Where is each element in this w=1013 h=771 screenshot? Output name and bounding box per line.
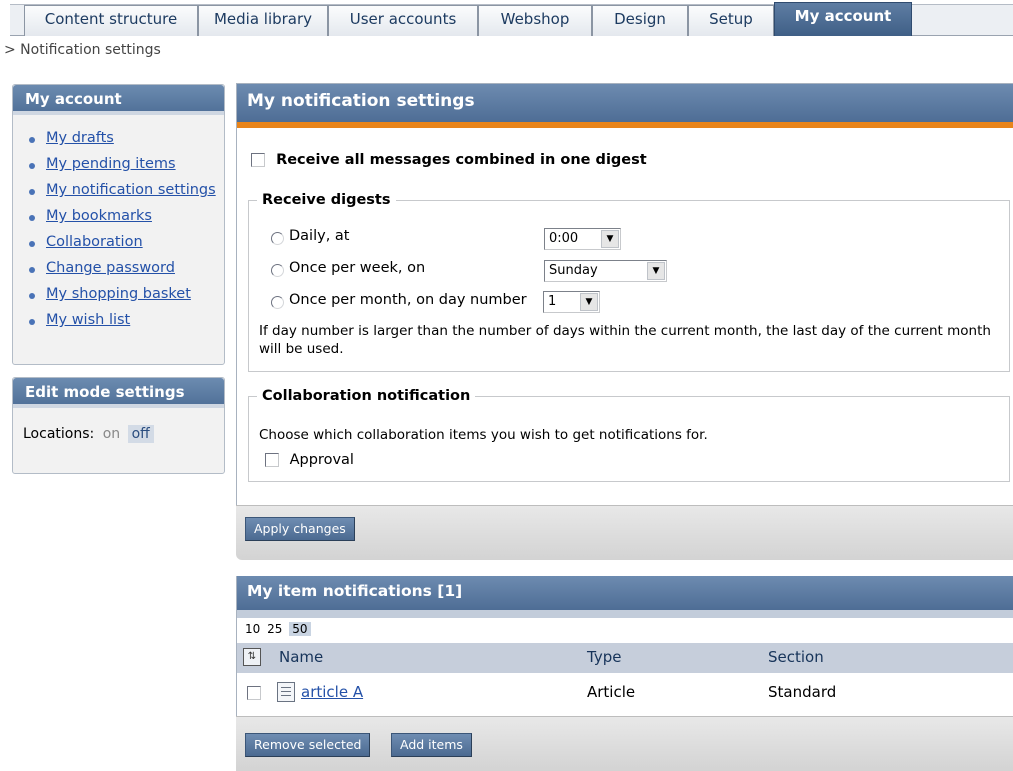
day-number-note: If day number is larger than the number … bbox=[259, 323, 991, 357]
digest-checkbox-label: Receive all messages combined in one dig… bbox=[276, 152, 647, 168]
tab-content-structure[interactable]: Content structure bbox=[24, 5, 198, 36]
weekly-radio[interactable] bbox=[271, 264, 284, 277]
apply-changes-button[interactable]: Apply changes bbox=[245, 517, 355, 541]
weekly-day-select[interactable]: Sunday ▼ bbox=[544, 260, 667, 282]
daily-time-select[interactable]: 0:00 ▼ bbox=[544, 228, 621, 250]
tab-webshop[interactable]: Webshop bbox=[478, 5, 592, 36]
add-items-button[interactable]: Add items bbox=[391, 733, 472, 757]
monthly-day-value: 1 bbox=[548, 294, 557, 309]
item-notifications-title: My item notifications [1] bbox=[237, 576, 1013, 610]
panel-title: My notification settings bbox=[237, 84, 1013, 122]
tab-media-library[interactable]: Media library bbox=[198, 5, 328, 36]
item-notifications-panel: My item notifications [1] 10 25 50 ⇅ Nam… bbox=[236, 576, 1013, 716]
chevron-down-icon: ▼ bbox=[647, 262, 665, 280]
collaboration-legend: Collaboration notification bbox=[262, 388, 471, 404]
tab-user-accounts[interactable]: User accounts bbox=[328, 5, 478, 36]
item-section: Standard bbox=[768, 683, 837, 701]
link-my-bookmarks[interactable]: My bookmarks bbox=[46, 208, 152, 224]
edit-mode-title: Edit mode settings bbox=[13, 378, 224, 408]
page-size-selector: 10 25 50 bbox=[245, 622, 311, 636]
table-row: article A Article Standard bbox=[237, 676, 1013, 708]
column-header-section[interactable]: Section bbox=[768, 648, 824, 666]
link-my-drafts[interactable]: My drafts bbox=[46, 130, 114, 146]
link-change-password[interactable]: Change password bbox=[46, 260, 175, 276]
tab-my-account[interactable]: My account bbox=[774, 2, 912, 36]
weekly-day-value: Sunday bbox=[549, 263, 598, 278]
top-navigation: Content structure Media library User acc… bbox=[0, 0, 1013, 38]
notification-settings-panel: My notification settings Receive all mes… bbox=[236, 83, 1013, 506]
article-icon bbox=[277, 682, 295, 702]
collaboration-description: Choose which collaboration items you wis… bbox=[259, 427, 708, 443]
sidebar-edit-mode: Edit mode settings Locations: on off bbox=[12, 377, 225, 474]
column-header-name[interactable]: Name bbox=[279, 648, 323, 666]
weekly-label: Once per week, on bbox=[289, 260, 426, 276]
sidebar-item-my-notification-settings: My notification settings bbox=[27, 182, 224, 208]
monthly-day-select[interactable]: 1 ▼ bbox=[543, 291, 600, 313]
approval-checkbox[interactable] bbox=[265, 453, 279, 467]
edit-mode-title-underline bbox=[13, 404, 224, 408]
page-size-10[interactable]: 10 bbox=[245, 622, 260, 636]
item-notifications-button-bar: Remove selected Add items bbox=[236, 716, 1013, 771]
sidebar-item-my-bookmarks: My bookmarks bbox=[27, 208, 224, 234]
link-my-pending-items[interactable]: My pending items bbox=[46, 156, 176, 172]
apply-button-bar: Apply changes bbox=[236, 505, 1013, 560]
breadcrumb: > Notification settings bbox=[4, 42, 161, 58]
tab-setup[interactable]: Setup bbox=[688, 5, 774, 36]
column-header-type[interactable]: Type bbox=[587, 648, 621, 666]
remove-selected-button[interactable]: Remove selected bbox=[245, 733, 371, 757]
sidebar-item-change-password: Change password bbox=[27, 260, 224, 286]
link-my-shopping-basket[interactable]: My shopping basket bbox=[46, 286, 191, 302]
daily-label: Daily, at bbox=[289, 228, 350, 244]
locations-label: Locations: bbox=[23, 426, 95, 442]
sidebar-item-my-wish-list: My wish list bbox=[27, 312, 224, 338]
panel-title-accent bbox=[237, 122, 1013, 128]
sidebar-title: My account bbox=[13, 85, 224, 115]
invert-selection-icon[interactable]: ⇅ bbox=[243, 648, 261, 666]
sidebar-menu: My drafts My pending items My notificati… bbox=[13, 115, 224, 348]
link-collaboration[interactable]: Collaboration bbox=[46, 234, 143, 250]
row-checkbox[interactable] bbox=[247, 686, 261, 700]
sidebar-my-account: My account My drafts My pending items My… bbox=[12, 84, 225, 365]
page-size-50[interactable]: 50 bbox=[289, 622, 311, 636]
sidebar-title-text: My account bbox=[25, 90, 122, 108]
sidebar-item-collaboration: Collaboration bbox=[27, 234, 224, 260]
edit-mode-title-text: Edit mode settings bbox=[25, 383, 185, 401]
page-size-25[interactable]: 25 bbox=[267, 622, 282, 636]
digest-checkbox[interactable] bbox=[251, 153, 265, 167]
monthly-radio[interactable] bbox=[271, 296, 284, 309]
sidebar-item-my-shopping-basket: My shopping basket bbox=[27, 286, 224, 312]
approval-row: Approval bbox=[265, 452, 354, 468]
locations-setting: Locations: on off bbox=[13, 408, 224, 443]
item-type: Article bbox=[587, 683, 636, 701]
receive-digests-legend: Receive digests bbox=[262, 192, 391, 208]
monthly-label: Once per month, on day number bbox=[289, 292, 527, 308]
sidebar-item-my-pending-items: My pending items bbox=[27, 156, 224, 182]
approval-label: Approval bbox=[289, 452, 354, 468]
table-header-row: ⇅ Name Type Section bbox=[237, 643, 1013, 673]
link-my-notification-settings[interactable]: My notification settings bbox=[46, 182, 216, 198]
locations-on-option[interactable]: on bbox=[103, 426, 120, 442]
link-my-wish-list[interactable]: My wish list bbox=[46, 312, 130, 328]
daily-time-value: 0:00 bbox=[549, 231, 579, 246]
item-notifications-title-underline bbox=[237, 610, 1013, 618]
daily-radio[interactable] bbox=[271, 232, 284, 245]
digest-row: Receive all messages combined in one dig… bbox=[251, 152, 647, 168]
locations-off-option[interactable]: off bbox=[127, 425, 154, 443]
tab-design[interactable]: Design bbox=[592, 5, 688, 36]
sidebar-title-underline bbox=[13, 111, 224, 115]
item-name-link[interactable]: article A bbox=[301, 683, 363, 701]
chevron-down-icon: ▼ bbox=[601, 230, 619, 248]
sidebar-item-my-drafts: My drafts bbox=[27, 130, 224, 156]
chevron-down-icon: ▼ bbox=[580, 293, 598, 311]
